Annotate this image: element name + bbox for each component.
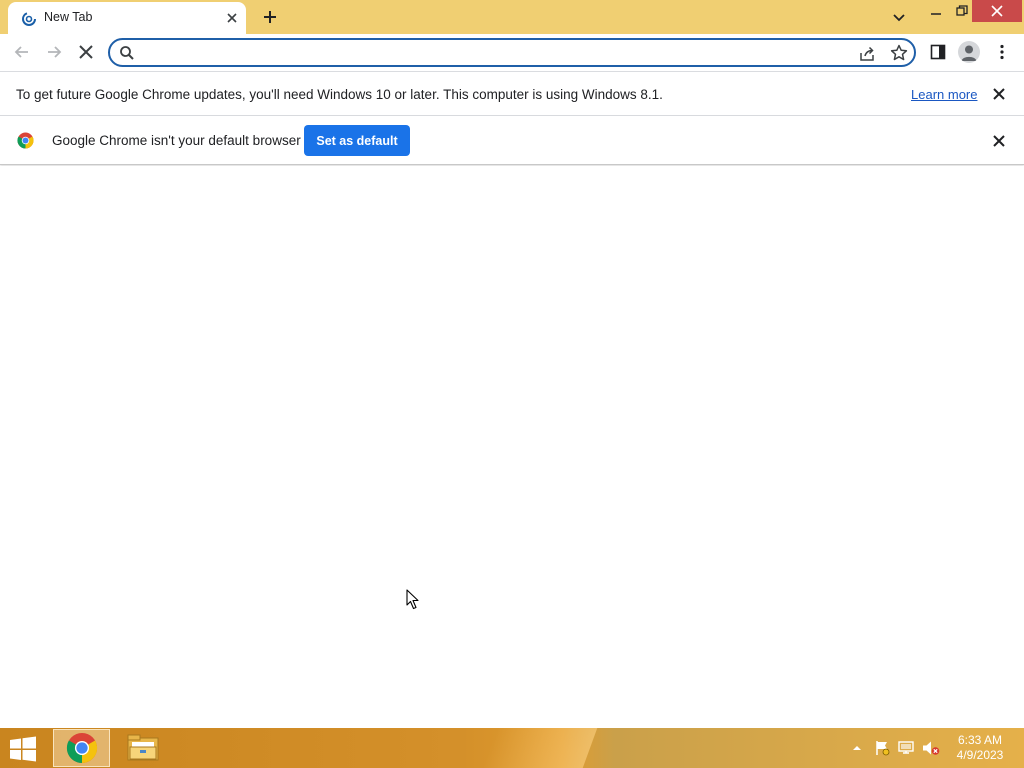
tab-title: New Tab (44, 10, 93, 24)
default-browser-message: Google Chrome isn't your default browser (52, 133, 301, 148)
forward-button[interactable] (42, 40, 66, 64)
update-infobar-close-icon[interactable] (990, 85, 1008, 103)
clock-date: 4/9/2023 (956, 748, 1004, 762)
taskbar-clock[interactable]: 6:33 AM 4/9/2023 (950, 733, 1010, 763)
chrome-icon (66, 732, 97, 764)
volume-muted-icon[interactable] (922, 740, 940, 756)
chrome-menu-button[interactable] (992, 42, 1012, 62)
network-icon[interactable] (898, 740, 914, 756)
share-icon[interactable] (858, 45, 876, 63)
taskbar-chrome-button[interactable] (53, 729, 110, 767)
taskbar-file-explorer-button[interactable] (124, 730, 162, 766)
stop-x-icon (79, 45, 93, 59)
action-center-flag-icon[interactable] (874, 740, 890, 756)
tab-strip: New Tab (0, 0, 1024, 34)
tab-close-icon[interactable] (223, 9, 241, 27)
taskbar-wallpaper-highlight (482, 728, 598, 768)
set-as-default-button[interactable]: Set as default (304, 125, 410, 156)
three-dots-vertical-icon (1000, 44, 1004, 60)
update-infobar-message: To get future Google Chrome updates, you… (16, 87, 663, 102)
side-panel-icon (930, 44, 946, 60)
show-hidden-icons-arrow-icon[interactable] (851, 743, 863, 753)
update-infobar: To get future Google Chrome updates, you… (0, 71, 1024, 116)
back-arrow-icon (14, 46, 28, 58)
clock-time: 6:33 AM (957, 733, 1003, 747)
page-content-area[interactable] (0, 166, 1024, 728)
default-browser-infobar: Google Chrome isn't your default browser… (0, 116, 1024, 165)
windows-taskbar: 6:33 AM 4/9/2023 (0, 728, 1024, 768)
profile-avatar[interactable] (958, 41, 980, 63)
loading-spinner-icon (22, 12, 36, 26)
default-browser-infobar-close-icon[interactable] (990, 132, 1008, 150)
window-close-button[interactable] (972, 0, 1022, 22)
mouse-cursor-icon (406, 589, 419, 610)
side-panel-button[interactable] (928, 42, 948, 62)
file-explorer-icon (127, 734, 159, 761)
forward-arrow-icon (48, 46, 62, 58)
person-icon (961, 45, 977, 61)
address-bar[interactable] (108, 38, 916, 67)
bookmark-star-icon[interactable] (890, 44, 908, 62)
minimize-icon (931, 13, 941, 15)
learn-more-link[interactable]: Learn more (911, 87, 977, 102)
chrome-logo-icon (17, 132, 34, 149)
tab-search-chevron-down-icon[interactable] (888, 7, 910, 27)
tab-new-tab[interactable]: New Tab (8, 2, 246, 34)
stop-loading-button[interactable] (74, 40, 98, 64)
search-icon (120, 46, 134, 60)
start-icon[interactable] (8, 736, 38, 762)
new-tab-plus-icon[interactable] (258, 5, 282, 29)
close-icon (991, 5, 1003, 17)
address-input[interactable] (142, 43, 842, 63)
restore-icon (956, 5, 968, 16)
browser-toolbar (0, 34, 1024, 71)
back-button[interactable] (10, 40, 34, 64)
